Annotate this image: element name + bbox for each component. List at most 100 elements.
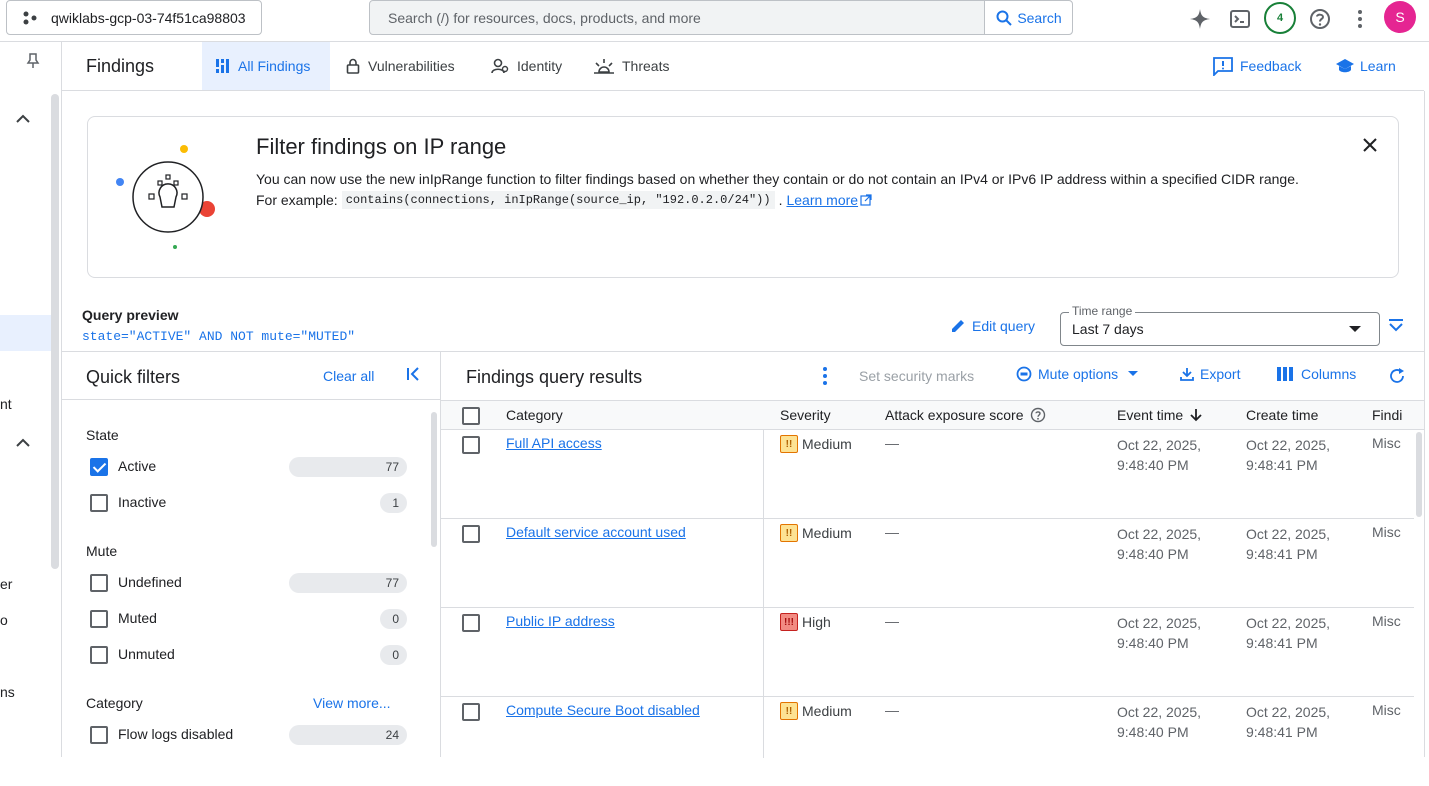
threat-icon [594, 59, 614, 74]
row-checkbox[interactable] [462, 703, 480, 721]
search-input[interactable] [370, 1, 984, 34]
medium-severity-icon: !! [780, 435, 798, 453]
learn-label: Learn [1360, 58, 1396, 74]
banner-example-prefix: For example: [256, 192, 338, 208]
help-icon[interactable] [1304, 3, 1336, 35]
checkbox[interactable] [90, 610, 108, 628]
filter-category-flow-logs[interactable]: Flow logs disabled 24 [90, 723, 410, 747]
tab-threats[interactable]: Threats [580, 42, 683, 90]
chevron-up-icon[interactable] [16, 111, 30, 129]
notifications-badge[interactable]: 4 [1264, 2, 1296, 34]
row-checkbox[interactable] [462, 525, 480, 543]
column-header-attack-exposure[interactable]: Attack exposure score [885, 407, 1046, 423]
tab-label: Threats [622, 58, 670, 74]
view-more-link[interactable]: View more... [313, 695, 391, 711]
refresh-icon[interactable] [1388, 367, 1406, 390]
table-row[interactable]: Public IP address !!! High — Oct 22, 2025… [441, 608, 1414, 697]
tab-vulnerabilities[interactable]: Vulnerabilities [332, 42, 469, 90]
checkbox[interactable] [90, 726, 108, 744]
table-row[interactable]: Compute Secure Boot disabled !! Medium — … [441, 697, 1414, 786]
filter-state-active[interactable]: Active 77 [90, 455, 410, 479]
feedback-icon [1213, 57, 1233, 76]
column-header-category[interactable]: Category [506, 407, 563, 423]
mute-options-button[interactable]: Mute options [1016, 366, 1144, 382]
filter-mute-unmuted[interactable]: Unmuted 0 [90, 643, 410, 667]
row-checkbox[interactable] [462, 436, 480, 454]
close-banner-button[interactable] [1358, 133, 1382, 157]
learn-button[interactable]: Learn [1336, 42, 1396, 90]
checkbox[interactable] [90, 494, 108, 512]
project-picker[interactable]: qwiklabs-gcp-03-74f51ca98803 [6, 0, 262, 35]
create-time-cell: Oct 22, 2025, 9:48:41 PM [1246, 702, 1356, 742]
column-divider [763, 430, 764, 758]
select-all-checkbox[interactable] [462, 407, 480, 425]
column-header-event-time[interactable]: Event time [1117, 407, 1203, 423]
checkbox[interactable] [90, 458, 108, 476]
search-button-label: Search [1017, 9, 1062, 26]
columns-button[interactable]: Columns [1277, 366, 1356, 382]
column-header-finding-class[interactable]: Findi [1372, 407, 1402, 423]
nav-scrollbar[interactable] [51, 94, 59, 569]
set-security-marks-button[interactable]: Set security marks [859, 368, 974, 384]
create-time: 9:48:41 PM [1246, 635, 1318, 651]
results-scrollbar[interactable] [1416, 432, 1422, 517]
event-date: Oct 22, 2025, [1117, 526, 1202, 542]
table-row[interactable]: Default service account used !! Medium — … [441, 519, 1414, 608]
more-vert-icon[interactable] [822, 366, 828, 391]
gemini-icon[interactable] [1184, 3, 1216, 35]
nav-item-fragment[interactable]: nt [0, 396, 12, 412]
table-row[interactable]: Full API access !! Medium — Oct 22, 2025,… [441, 430, 1414, 519]
cloud-shell-icon[interactable] [1224, 3, 1256, 35]
project-icon [23, 11, 37, 24]
dropdown-arrow-icon [1349, 326, 1361, 332]
tab-identity[interactable]: Identity [477, 42, 576, 90]
finding-category-link[interactable]: Compute Secure Boot disabled [506, 702, 700, 718]
quick-filters-scrollbar[interactable] [431, 412, 437, 547]
tab-label: Vulnerabilities [368, 58, 455, 74]
tab-all-findings[interactable]: All Findings [202, 42, 330, 90]
event-time-cell: Oct 22, 2025, 9:48:40 PM [1117, 613, 1227, 653]
column-header-label: Attack exposure score [885, 407, 1024, 423]
open-in-new-icon[interactable] [860, 194, 872, 206]
edit-query-button[interactable]: Edit query [950, 318, 1035, 334]
nav-selected-item[interactable] [0, 315, 51, 351]
time-range-select[interactable]: Time range Last 7 days [1060, 304, 1380, 346]
filter-collapse-icon[interactable] [1388, 318, 1404, 339]
nav-item-fragment[interactable]: er [0, 576, 12, 592]
checkbox[interactable] [90, 646, 108, 664]
chevron-up-icon[interactable] [16, 435, 30, 453]
columns-icon [1277, 367, 1293, 381]
search-button[interactable]: Search [984, 1, 1072, 34]
attack-exposure-cell: — [885, 524, 899, 540]
column-header-severity[interactable]: Severity [780, 407, 831, 423]
finding-category-link[interactable]: Public IP address [506, 613, 615, 629]
more-vert-icon[interactable] [1344, 3, 1376, 35]
filter-mute-muted[interactable]: Muted 0 [90, 607, 410, 631]
filter-mute-undefined[interactable]: Undefined 77 [90, 571, 410, 595]
finding-category-link[interactable]: Full API access [506, 435, 602, 451]
banner-code-sample: contains(connections, inIpRange(source_i… [341, 191, 775, 209]
export-label: Export [1200, 366, 1241, 382]
feedback-button[interactable]: Feedback [1212, 42, 1301, 90]
event-time: 9:48:40 PM [1117, 457, 1189, 473]
event-time-cell: Oct 22, 2025, 9:48:40 PM [1117, 524, 1227, 564]
page-edge-divider [1424, 91, 1425, 757]
finding-category-link[interactable]: Default service account used [506, 524, 686, 540]
help-icon[interactable] [1030, 407, 1046, 423]
collapse-panel-icon[interactable] [406, 366, 422, 387]
edit-icon [952, 320, 964, 332]
create-time-cell: Oct 22, 2025, 9:48:41 PM [1246, 613, 1356, 653]
avatar[interactable]: S [1384, 1, 1416, 33]
learn-more-link[interactable]: Learn more [786, 192, 858, 208]
column-header-create-time[interactable]: Create time [1246, 407, 1318, 423]
finding-class-cell: Misc [1372, 524, 1401, 540]
nav-item-fragment[interactable]: o [0, 612, 8, 628]
checkbox[interactable] [90, 574, 108, 592]
nav-item-fragment[interactable]: ns [0, 684, 15, 700]
row-checkbox[interactable] [462, 614, 480, 632]
clear-all-button[interactable]: Clear all [323, 368, 374, 384]
filter-count: 0 [380, 645, 407, 665]
pin-icon[interactable] [26, 53, 40, 74]
filter-state-inactive[interactable]: Inactive 1 [90, 491, 410, 515]
export-button[interactable]: Export [1180, 366, 1240, 382]
